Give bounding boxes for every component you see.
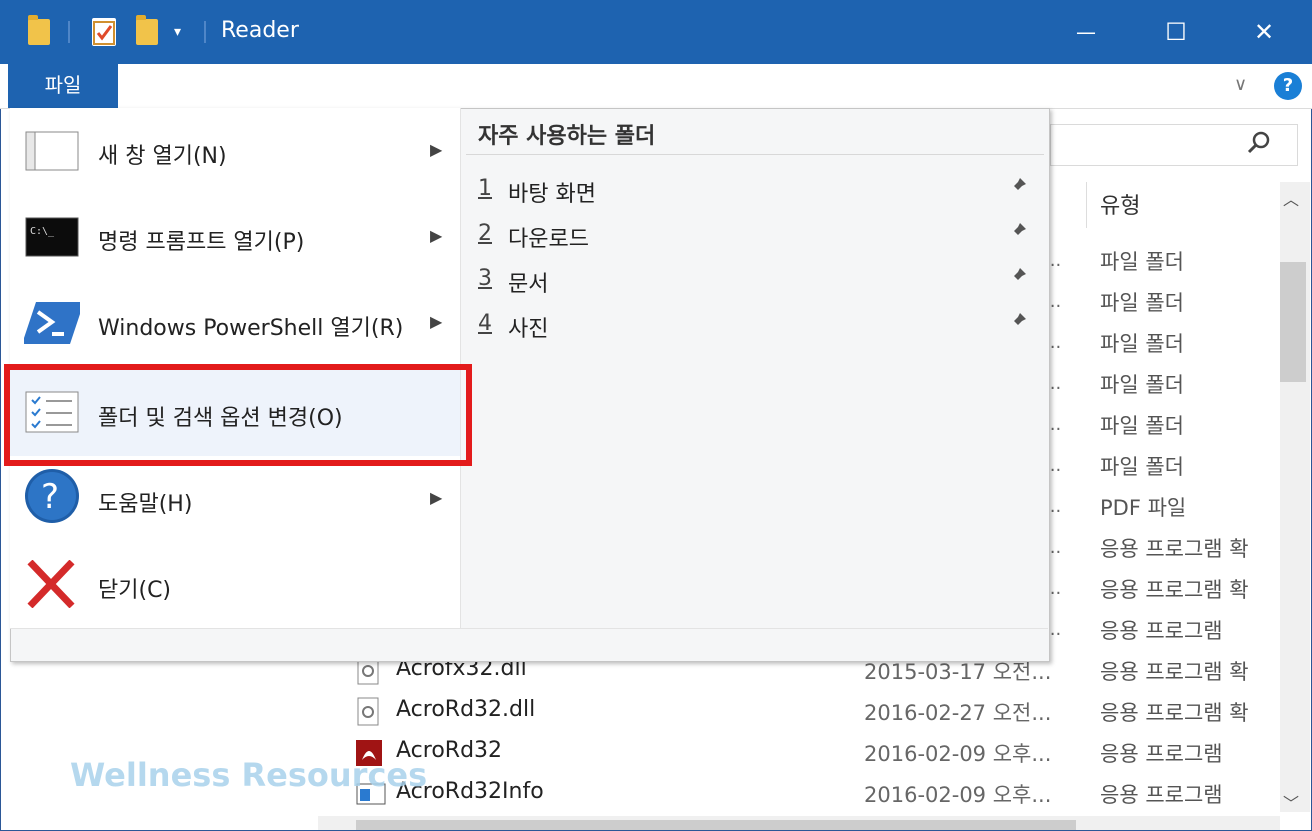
- type-cell: 응용 프로그램: [1100, 783, 1223, 807]
- command-prompt-icon: C:\_: [24, 212, 80, 260]
- frequent-folder-item[interactable]: 2 다운로드: [478, 215, 1038, 255]
- dll-file-icon: [356, 697, 382, 727]
- toolbar-separator: [204, 21, 206, 43]
- menu-item-label: 명령 프롬프트 열기(P): [98, 230, 305, 255]
- file-name: AcroRd32.dll: [396, 697, 536, 722]
- folder-number: 4: [478, 311, 492, 336]
- pin-icon[interactable]: [1008, 311, 1028, 336]
- folder-name: 사진: [508, 317, 549, 342]
- minimize-button[interactable]: —: [1056, 10, 1116, 54]
- menu-item-close[interactable]: 닫기(C): [10, 542, 460, 628]
- file-tab[interactable]: 파일: [8, 64, 118, 108]
- type-cell: 파일 폴더: [1100, 332, 1184, 356]
- column-header-type[interactable]: 유형: [1100, 188, 1140, 220]
- type-cell: 파일 폴더: [1100, 250, 1184, 274]
- close-button[interactable]: ✕: [1234, 10, 1294, 54]
- menu-item-label: 새 창 열기(N): [98, 144, 227, 169]
- powershell-icon: [22, 298, 84, 346]
- submenu-arrow-icon: ▶: [430, 226, 443, 245]
- menu-divider: [10, 628, 1048, 629]
- window-title: Reader: [221, 18, 299, 43]
- heading-divider: [466, 154, 1044, 155]
- file-date: 2016-02-27 오전...: [864, 701, 1052, 725]
- column-divider[interactable]: [1086, 182, 1087, 228]
- submenu-arrow-icon: ▶: [430, 488, 443, 507]
- help-icon[interactable]: ?: [1274, 72, 1302, 100]
- submenu-arrow-icon: ▶: [430, 312, 443, 331]
- properties-icon[interactable]: [92, 18, 116, 46]
- type-cell: PDF 파일: [1100, 496, 1187, 520]
- maximize-button[interactable]: ☐: [1146, 10, 1206, 54]
- type-cell: 파일 폴더: [1100, 414, 1184, 438]
- menu-item-powershell[interactable]: Windows PowerShell 열기(R) ▶: [10, 280, 460, 366]
- svg-text:C:\_: C:\_: [30, 226, 55, 237]
- type-cell: 응용 프로그램 확: [1100, 660, 1249, 684]
- scrollbar-thumb[interactable]: [1280, 262, 1306, 382]
- ribbon-expand-icon[interactable]: ∨: [1234, 74, 1247, 95]
- close-x-icon: [24, 559, 80, 609]
- folder-name: 문서: [508, 272, 549, 297]
- type-cell: 응용 프로그램: [1100, 619, 1223, 643]
- file-date: 2016-02-09 오후...: [864, 783, 1052, 807]
- ribbon-bar: [0, 64, 1312, 109]
- frequent-folders-heading: 자주 사용하는 폴더: [478, 124, 656, 149]
- type-cell: 파일 폴더: [1100, 455, 1184, 479]
- frequent-folder-item[interactable]: 3 문서: [478, 260, 1038, 300]
- watermark-text: Wellness Resources: [70, 756, 428, 794]
- highlight-annotation-box: [4, 364, 472, 466]
- type-cell: 응용 프로그램 확: [1100, 537, 1249, 561]
- submenu-arrow-icon: ▶: [430, 140, 443, 159]
- folder-number: 2: [478, 221, 492, 246]
- window-icon: [24, 126, 80, 174]
- pin-icon[interactable]: [1008, 176, 1028, 201]
- search-icon[interactable]: [1246, 130, 1272, 162]
- quick-access-dropdown-icon[interactable]: ▾: [174, 24, 181, 40]
- help-icon: ?: [24, 469, 80, 523]
- folder-number: 1: [478, 176, 492, 201]
- folder-name: 바탕 화면: [508, 182, 596, 207]
- type-cell: 응용 프로그램 확: [1100, 701, 1249, 725]
- menu-item-command-prompt[interactable]: C:\_ 명령 프롬프트 열기(P) ▶: [10, 194, 460, 280]
- menu-item-help[interactable]: ? 도움말(H) ▶: [10, 456, 460, 542]
- type-cell: 응용 프로그램: [1100, 742, 1223, 766]
- type-cell: 파일 폴더: [1100, 291, 1184, 315]
- pin-icon[interactable]: [1008, 221, 1028, 246]
- horizontal-scrollbar-thumb[interactable]: [356, 820, 1076, 830]
- pin-icon[interactable]: [1008, 266, 1028, 291]
- menu-item-label: 닫기(C): [98, 578, 172, 603]
- scroll-down-icon[interactable]: ﹀: [1283, 790, 1299, 814]
- type-cell: 파일 폴더: [1100, 373, 1184, 397]
- menu-item-label: 도움말(H): [98, 492, 193, 517]
- file-date: 2016-02-09 오후...: [864, 742, 1052, 766]
- type-cell: 응용 프로그램 확: [1100, 578, 1249, 602]
- new-folder-icon[interactable]: [136, 15, 158, 45]
- menu-item-new-window[interactable]: 새 창 열기(N) ▶: [10, 108, 460, 194]
- toolbar-separator: [68, 21, 70, 43]
- frequent-folder-item[interactable]: 1 바탕 화면: [478, 170, 1038, 210]
- scroll-up-icon[interactable]: ︿: [1283, 186, 1299, 210]
- menu-item-label: Windows PowerShell 열기(R): [98, 316, 404, 341]
- folder-name: 다운로드: [508, 227, 589, 252]
- frequent-folder-item[interactable]: 4 사진: [478, 305, 1038, 345]
- folder-icon: [28, 15, 50, 45]
- svg-text:?: ?: [41, 477, 59, 517]
- folder-number: 3: [478, 266, 492, 291]
